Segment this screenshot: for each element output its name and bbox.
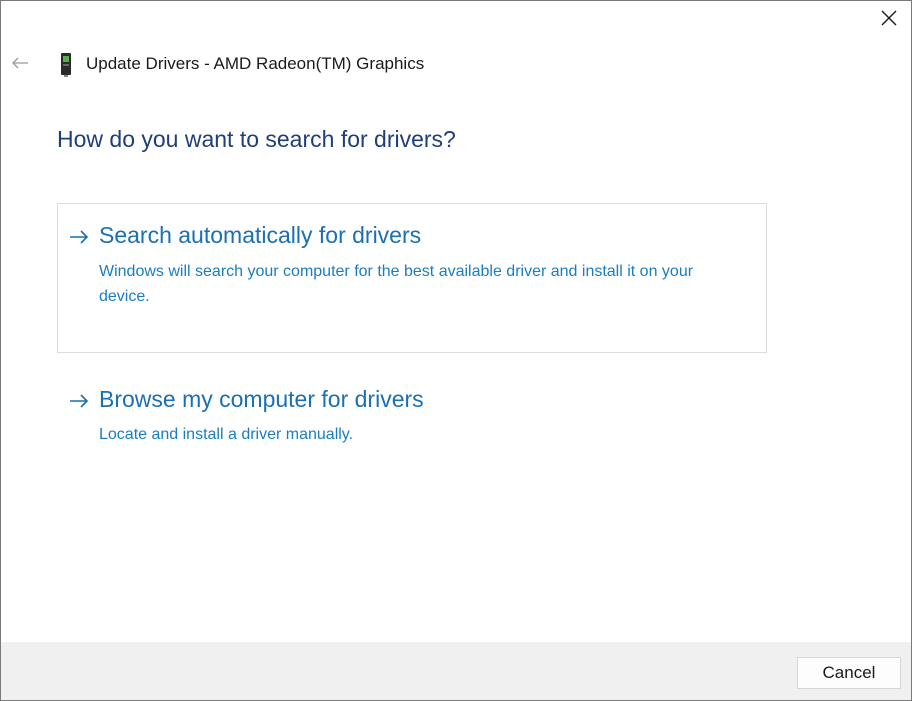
graphics-card-icon <box>61 53 71 77</box>
close-button[interactable] <box>869 3 909 33</box>
page-heading: How do you want to search for drivers? <box>57 126 456 152</box>
arrow-right-icon <box>70 394 89 408</box>
arrow-right-icon <box>70 230 89 244</box>
option-title: Search automatically for drivers <box>99 222 422 248</box>
back-button[interactable] <box>7 51 33 75</box>
window-title: Update Drivers - AMD Radeon(TM) Graphics <box>86 54 425 73</box>
cancel-button[interactable]: Cancel <box>797 657 901 689</box>
browse-computer-option[interactable]: Browse my computer for drivers Locate an… <box>57 371 767 461</box>
option-description: Windows will search your computer for th… <box>99 263 694 305</box>
option-description: Locate and install a driver manually. <box>99 426 354 443</box>
update-drivers-dialog: Update Drivers - AMD Radeon(TM) Graphics… <box>0 0 912 701</box>
dialog-footer: Cancel <box>1 642 911 700</box>
search-automatically-option[interactable]: Search automatically for drivers Windows… <box>57 203 767 353</box>
close-icon <box>881 10 897 26</box>
option-title: Browse my computer for drivers <box>99 386 424 412</box>
back-arrow-icon <box>12 57 28 69</box>
